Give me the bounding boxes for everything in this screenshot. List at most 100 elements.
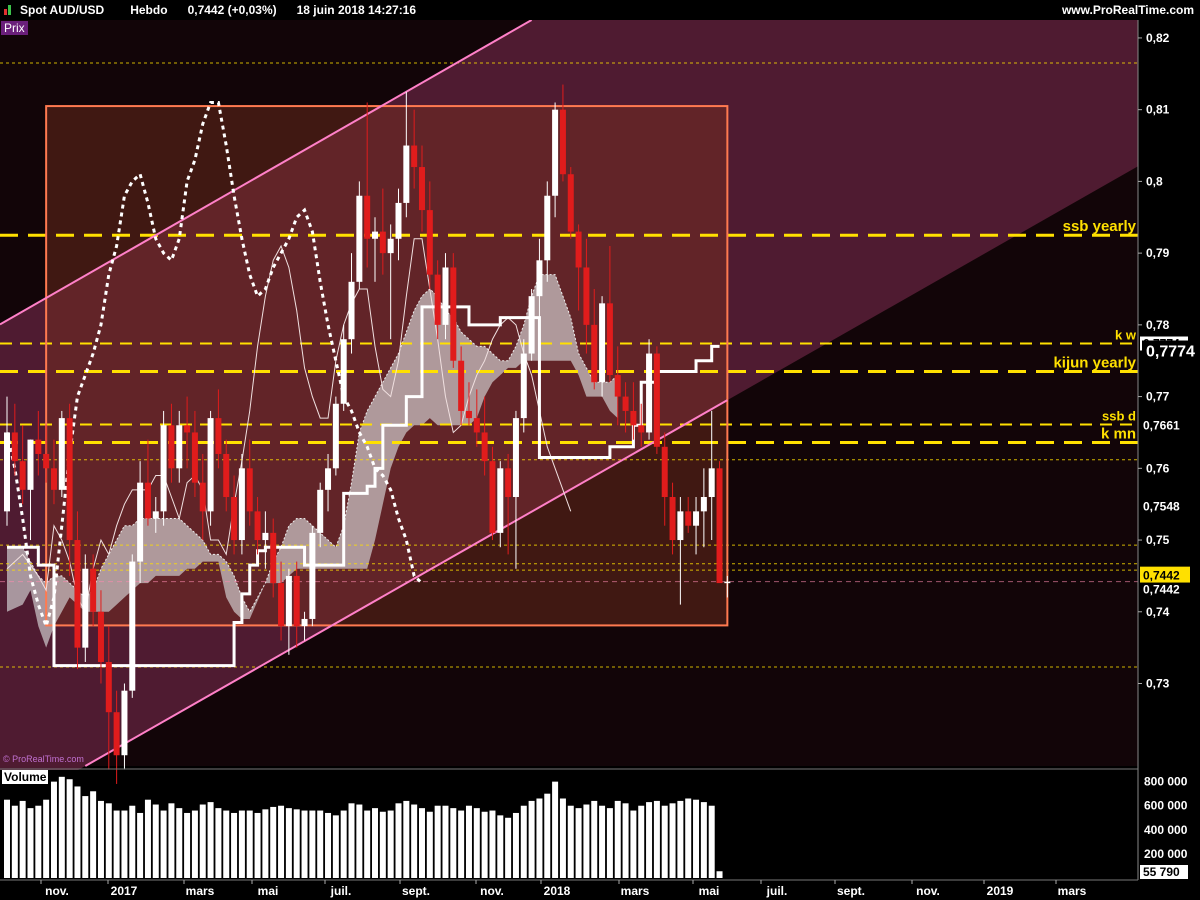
volume-bar bbox=[43, 799, 50, 878]
volume-bar bbox=[638, 805, 645, 878]
time-tick-label: juil. bbox=[330, 884, 352, 898]
volume-bar bbox=[144, 799, 151, 878]
volume-bar bbox=[356, 804, 363, 878]
volume-bar bbox=[97, 800, 104, 878]
price-tick-label: 0,8 bbox=[1146, 174, 1163, 188]
volume-bar bbox=[325, 812, 332, 878]
volume-bar bbox=[372, 808, 379, 878]
volume-bar bbox=[646, 802, 653, 878]
volume-bar bbox=[700, 802, 707, 878]
price-tick-label: 0,82 bbox=[1146, 31, 1170, 45]
volume-bar bbox=[293, 809, 300, 878]
volume-bar bbox=[552, 781, 559, 878]
candle-body bbox=[176, 425, 183, 469]
volume-bar bbox=[160, 810, 167, 878]
candle-body bbox=[238, 468, 245, 541]
time-tick-label: mai bbox=[699, 884, 720, 898]
volume-bar bbox=[559, 798, 566, 878]
volume-bar bbox=[168, 803, 175, 878]
candle-body bbox=[19, 461, 26, 490]
candle-body bbox=[129, 561, 136, 691]
volume-bar bbox=[35, 805, 42, 878]
candle-body bbox=[160, 425, 167, 512]
candle-body bbox=[411, 145, 418, 168]
volume-bar bbox=[536, 798, 543, 878]
candle-body bbox=[278, 583, 285, 627]
volume-bar bbox=[19, 800, 26, 878]
price-tick-label: 0,75 bbox=[1146, 533, 1170, 547]
candle-body bbox=[58, 418, 65, 490]
candle-body bbox=[481, 432, 488, 462]
volume-bar bbox=[442, 805, 449, 878]
site-link[interactable]: www.ProRealTime.com bbox=[1062, 0, 1194, 20]
volume-bar bbox=[418, 808, 425, 878]
volume-bar bbox=[606, 808, 613, 878]
volume-bar bbox=[567, 805, 574, 878]
volume-bar bbox=[285, 808, 292, 878]
volume-bar bbox=[348, 803, 355, 878]
volume-bar bbox=[121, 810, 128, 878]
candle-body bbox=[395, 202, 402, 239]
candle-body bbox=[536, 260, 543, 297]
volume-bar bbox=[66, 779, 73, 878]
candle-body bbox=[184, 425, 191, 433]
candle-body bbox=[528, 296, 535, 354]
volume-bar bbox=[176, 808, 183, 878]
candle-body bbox=[137, 482, 144, 562]
volume-bar bbox=[4, 799, 10, 878]
candle-body bbox=[262, 532, 269, 541]
candle-body bbox=[309, 532, 316, 619]
candle-body bbox=[614, 375, 621, 397]
price-tick-label: 0,81 bbox=[1146, 103, 1170, 117]
volume-bar bbox=[207, 802, 214, 878]
candle-body bbox=[520, 353, 527, 419]
volume-tick-label: 600 000 bbox=[1144, 799, 1188, 813]
candle-body bbox=[599, 303, 606, 383]
axis-marker-label: 0,7774 bbox=[1146, 344, 1195, 361]
volume-bar bbox=[716, 871, 723, 878]
volume-bar bbox=[450, 808, 457, 878]
candle-body bbox=[505, 468, 512, 498]
candle-body bbox=[708, 468, 715, 498]
candle-body bbox=[606, 303, 613, 376]
candle-body bbox=[489, 461, 496, 533]
candle-body bbox=[653, 353, 660, 447]
candle-body bbox=[340, 339, 347, 404]
candle-body bbox=[591, 324, 598, 383]
volume-tick-label: 400 000 bbox=[1144, 823, 1188, 837]
volume-bar bbox=[473, 808, 480, 878]
volume-bar bbox=[262, 809, 269, 878]
candle-body bbox=[97, 611, 104, 662]
level-label: ssb d bbox=[1102, 409, 1136, 424]
volume-bar bbox=[74, 786, 81, 878]
candle-body bbox=[724, 581, 731, 584]
volume-bar bbox=[708, 805, 715, 878]
candle-body bbox=[285, 575, 292, 627]
candle-body bbox=[270, 532, 277, 584]
volume-bar bbox=[215, 808, 222, 878]
candle-body bbox=[207, 418, 214, 512]
candle-body bbox=[43, 453, 50, 469]
candle-body bbox=[630, 410, 637, 426]
volume-bar bbox=[254, 812, 261, 878]
candle-body bbox=[66, 418, 73, 541]
candle-body bbox=[50, 468, 57, 490]
candle-body bbox=[661, 446, 668, 498]
candle-body bbox=[552, 109, 559, 196]
volume-bar bbox=[270, 806, 277, 878]
volume-bar bbox=[191, 810, 198, 878]
candle-body bbox=[215, 418, 222, 454]
volume-bar bbox=[544, 793, 551, 878]
candle-body bbox=[325, 468, 332, 490]
volume-bar bbox=[317, 810, 324, 878]
volume-bar bbox=[278, 805, 285, 878]
price-tick-label: 0,73 bbox=[1146, 677, 1170, 691]
candle-body bbox=[105, 661, 112, 713]
volume-bar bbox=[105, 803, 112, 878]
level-label: k w bbox=[1115, 328, 1137, 343]
volume-bar bbox=[434, 805, 441, 878]
candle-body bbox=[583, 267, 590, 325]
candle-body bbox=[356, 195, 363, 282]
candle-body bbox=[559, 109, 566, 175]
candle-body bbox=[677, 511, 684, 541]
